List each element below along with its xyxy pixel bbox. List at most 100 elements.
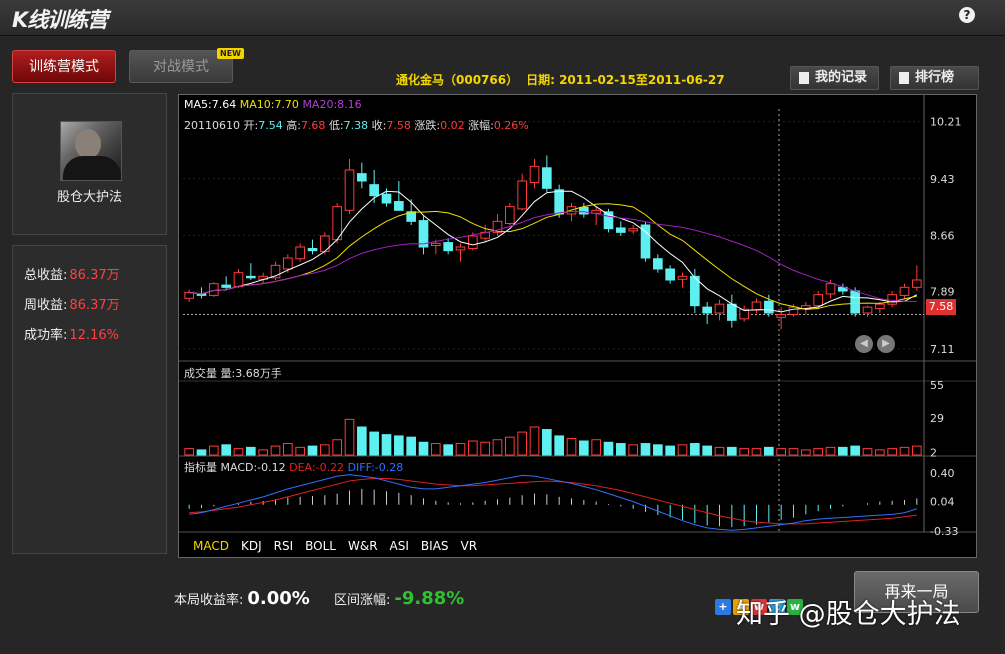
ranking-button[interactable]: 排行榜	[890, 66, 979, 90]
candle-body	[628, 228, 638, 232]
candle-body	[431, 242, 441, 247]
candle-body	[443, 242, 453, 252]
volume-bar	[862, 448, 873, 456]
volume-bar	[468, 440, 478, 456]
low-value: 7.38	[343, 119, 369, 132]
volume-bar	[357, 426, 367, 456]
volume-bar	[196, 449, 207, 456]
battle-mode-label: 对战模式	[153, 59, 209, 75]
ohlc-readout: 20110610 开:7.54 高:7.68 低:7.38 收:7.58 涨跌:…	[184, 117, 529, 133]
help-icon[interactable]: ?	[959, 7, 975, 23]
range-change-label: 区间涨幅:	[334, 593, 391, 608]
candle-body	[653, 258, 663, 270]
battle-mode-button[interactable]: 对战模式 NEW	[129, 48, 244, 83]
volume-bar	[899, 446, 910, 456]
volume-bar	[270, 445, 281, 456]
candle-body	[554, 189, 564, 215]
training-mode-button[interactable]: 训练营模式	[12, 50, 116, 83]
dea-line	[189, 478, 917, 525]
candle-body	[542, 167, 552, 189]
high-label: 高:	[286, 119, 301, 132]
volume-bar	[702, 445, 712, 456]
indicator-tab-macd[interactable]: MACD	[193, 539, 229, 553]
diff-line	[189, 474, 917, 531]
kline-chart[interactable]: 10.21 9.43 8.66 7.89 7.11 55 29 2 0.40 0.04 -0.33	[179, 95, 976, 557]
volume-bar	[258, 449, 268, 456]
volume-tick-label: 29	[930, 412, 944, 425]
date-range: 日期: 2011-02-15至2011-06-27	[526, 73, 725, 87]
volume-bar	[912, 445, 922, 456]
volume-bar	[850, 445, 860, 456]
avatar	[60, 121, 122, 181]
candle-body	[517, 180, 527, 210]
candle-body	[862, 306, 873, 314]
volume-bar	[283, 443, 293, 456]
volume-bar	[184, 448, 194, 456]
ohlc-date: 20110610	[184, 119, 240, 132]
candle-body	[505, 206, 515, 225]
volume-bar	[320, 444, 330, 456]
app-title: K线训练营	[12, 8, 108, 32]
candle-body	[529, 165, 540, 183]
volume-bar	[233, 448, 244, 456]
indicator-tab-asi[interactable]: ASI	[390, 539, 409, 553]
volume-bar	[727, 446, 737, 456]
next-arrow-icon[interactable]: ▶	[877, 335, 895, 353]
stock-name: 通化金马（000766）	[396, 73, 519, 87]
volume-bar	[653, 444, 663, 456]
total-return-label: 总收益:	[24, 268, 68, 283]
candle-body	[344, 169, 355, 211]
candle-body	[233, 272, 244, 288]
chart-area[interactable]: 10.21 9.43 8.66 7.89 7.11 55 29 2 0.40 0.04 -0.33 …	[178, 94, 977, 558]
indicator-tab-boll[interactable]: BOLL	[305, 539, 336, 553]
stock-info: 通化金马（000766） 日期: 2011-02-15至2011-06-27	[396, 71, 725, 88]
candle-body	[912, 279, 922, 288]
indicator-tab-kdj[interactable]: KDJ	[241, 539, 262, 553]
volume-bar	[739, 448, 749, 456]
volume-bar	[690, 443, 700, 456]
indicator-tab-bias[interactable]: BIAS	[421, 539, 449, 553]
weekly-return-label: 周收益:	[24, 298, 68, 313]
candle-body	[727, 303, 737, 321]
candle-body	[899, 286, 910, 296]
macd-tick-label: -0.33	[930, 525, 958, 538]
indicator-tab-rsi[interactable]: RSI	[274, 539, 294, 553]
volume-bar	[591, 439, 601, 456]
volume-bar	[542, 429, 552, 456]
volume-bar	[332, 439, 342, 456]
total-return-value: 86.37万	[69, 268, 120, 283]
candle-body	[369, 184, 379, 197]
price-tick-label: 8.66	[930, 229, 955, 242]
indicator-tab-vr[interactable]: VR	[461, 539, 478, 553]
indicator-tab-wr[interactable]: W&R	[348, 539, 378, 553]
volume-bar	[307, 445, 318, 456]
close-value: 7.58	[386, 119, 411, 132]
candle-body	[714, 303, 725, 314]
candle-body	[295, 246, 305, 260]
my-records-label: 我的记录	[815, 70, 868, 85]
open-label: 开:	[243, 119, 259, 132]
volume-bar	[764, 446, 774, 456]
volume-bar	[418, 441, 429, 456]
weekly-return-value: 86.37万	[69, 298, 120, 313]
volume-bar	[529, 426, 540, 456]
range-change: 区间涨幅: -9.88%	[334, 588, 464, 609]
total-return-row: 总收益: 86.37万	[24, 264, 120, 283]
current-price-tag: 7.58	[926, 299, 956, 315]
candle-body	[184, 291, 194, 299]
prev-arrow-icon[interactable]: ◀	[855, 335, 873, 353]
volume-bar	[788, 448, 799, 456]
profile-panel: 股仓大护法	[12, 93, 167, 235]
candle-body	[751, 301, 762, 311]
volume-bar	[875, 449, 885, 456]
round-return-label: 本局收益率:	[174, 593, 244, 608]
title-bar: K线训练营 ?	[0, 0, 1005, 36]
close-label: 收:	[371, 119, 387, 132]
volume-bar	[628, 444, 638, 456]
add-icon[interactable]: +	[715, 599, 731, 615]
round-return-value: 0.00%	[247, 588, 310, 609]
candle-body	[788, 306, 799, 315]
my-records-button[interactable]: 我的记录	[790, 66, 879, 90]
candle-body	[665, 268, 675, 281]
volume-bar	[801, 449, 811, 456]
